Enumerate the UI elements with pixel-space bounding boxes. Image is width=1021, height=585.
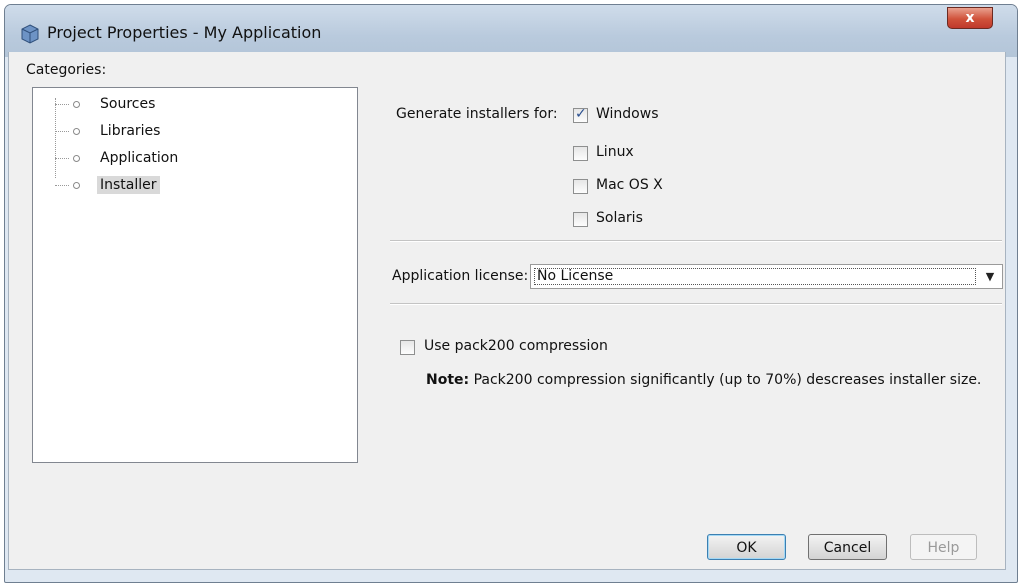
macosx-label: Mac OS X (596, 177, 663, 193)
license-selected-value: No License (537, 268, 614, 284)
categories-label: Categories: (26, 62, 107, 78)
macosx-checkbox[interactable] (573, 179, 588, 194)
note-label: Note: (426, 372, 470, 388)
tree-branch (55, 185, 69, 186)
tree-branch (55, 158, 69, 159)
project-cube-icon (21, 24, 39, 44)
chevron-down-icon[interactable]: ▼ (978, 265, 1002, 288)
tree-item-label: Installer (97, 176, 160, 194)
application-license-select[interactable]: No License ▼ (530, 264, 1003, 289)
separator (390, 240, 1002, 242)
windows-label: Windows (596, 106, 659, 122)
note-text: Pack200 compression significantly (up to… (469, 372, 982, 388)
compression-note: Note: Pack200 compression significantly … (426, 372, 981, 388)
title-bar: Project Properties - My Application x (5, 5, 1017, 57)
tree-node-icon (73, 155, 80, 162)
solaris-label: Solaris (596, 210, 643, 226)
help-button[interactable]: Help (910, 534, 977, 560)
window-title: Project Properties - My Application (47, 23, 322, 42)
tree-node-icon (73, 182, 80, 189)
tree-item-label: Libraries (100, 123, 161, 139)
categories-tree[interactable]: Sources Libraries Application Installer (32, 87, 358, 463)
tree-item-application[interactable]: Application (33, 148, 233, 170)
cancel-button[interactable]: Cancel (808, 534, 887, 560)
close-icon: x (965, 10, 975, 26)
solaris-checkbox[interactable] (573, 212, 588, 227)
ok-button[interactable]: OK (707, 534, 786, 560)
tree-item-label: Application (100, 150, 179, 166)
pack200-label: Use pack200 compression (424, 338, 608, 354)
tree-node-icon (73, 128, 80, 135)
linux-label: Linux (596, 144, 634, 160)
separator (390, 303, 1002, 305)
linux-checkbox[interactable] (573, 146, 588, 161)
tree-item-libraries[interactable]: Libraries (33, 121, 233, 143)
tree-item-label: Sources (100, 96, 156, 112)
tree-node-icon (73, 101, 80, 108)
windows-checkbox[interactable] (573, 106, 588, 123)
tree-item-sources[interactable]: Sources (33, 94, 233, 116)
tree-item-installer[interactable]: Installer (33, 175, 233, 197)
tree-branch (55, 131, 69, 132)
pack200-checkbox[interactable] (400, 340, 415, 355)
application-license-label: Application license: (392, 268, 529, 284)
tree-branch (55, 104, 69, 105)
close-button[interactable]: x (947, 7, 993, 29)
generate-installers-label: Generate installers for: (396, 106, 558, 122)
